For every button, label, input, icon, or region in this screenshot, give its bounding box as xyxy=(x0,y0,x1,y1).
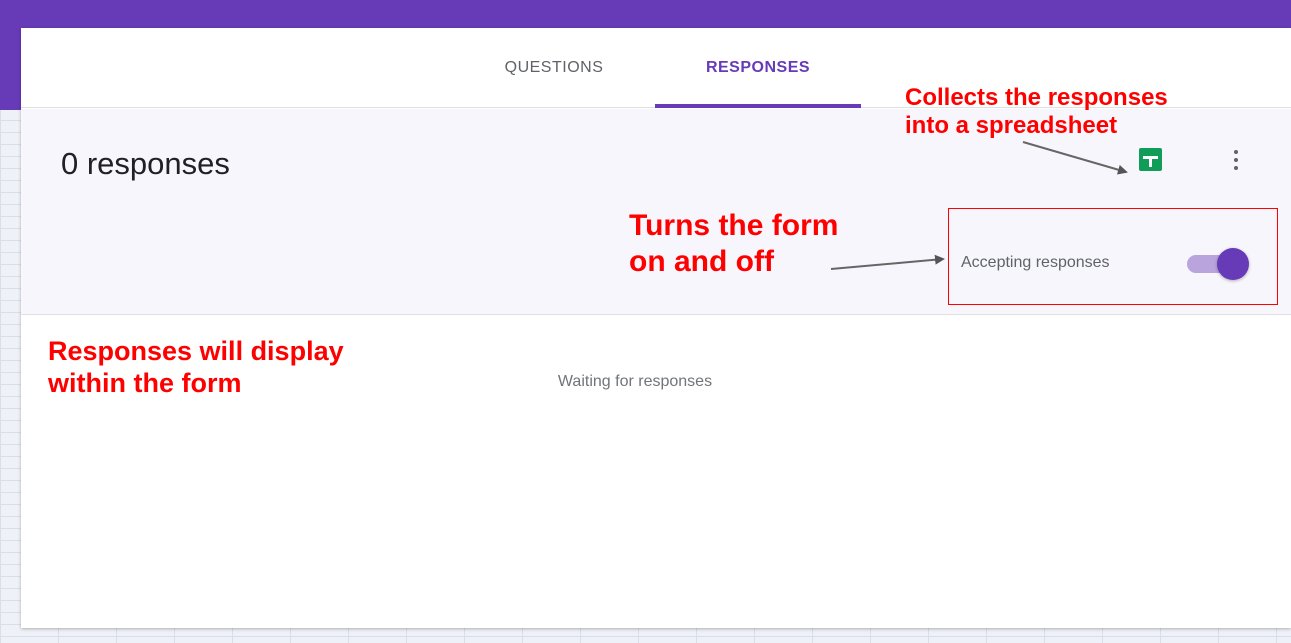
annotation-toggle-line2: on and off xyxy=(629,245,774,278)
more-vert-icon[interactable] xyxy=(1221,145,1251,175)
toggle-knob xyxy=(1217,248,1249,280)
annotation-toggle: Turns the form on and off xyxy=(629,208,838,280)
tab-questions[interactable]: QUESTIONS xyxy=(469,28,639,108)
annotation-display-line1: Responses will display xyxy=(48,336,344,366)
annotation-spreadsheet: Collects the responses into a spreadshee… xyxy=(905,84,1168,141)
annotation-toggle-line1: Turns the form xyxy=(629,209,839,242)
response-count: 0 responses xyxy=(61,146,230,181)
active-tab-indicator xyxy=(655,104,861,108)
annotation-spreadsheet-line1: Collects the responses xyxy=(905,84,1168,111)
tab-responses[interactable]: RESPONSES xyxy=(655,28,861,108)
accepting-responses-toggle[interactable] xyxy=(1187,248,1251,280)
annotation-display-line2: within the form xyxy=(48,367,242,398)
sheets-icon[interactable] xyxy=(1139,148,1162,171)
accepting-responses-label: Accepting responses xyxy=(961,254,1110,271)
annotation-display: Responses will display within the form xyxy=(48,336,344,400)
annotation-spreadsheet-line2: into a spreadsheet xyxy=(905,112,1118,140)
